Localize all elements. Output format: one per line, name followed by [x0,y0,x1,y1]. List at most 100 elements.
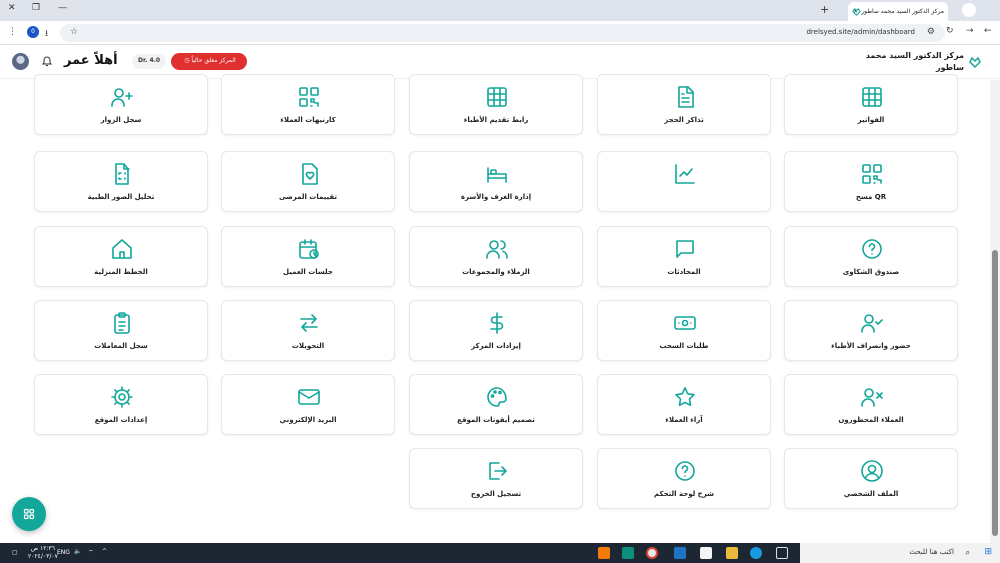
card-label: كارنيهات العملاء [280,116,336,124]
card-label: إيرادات المركز [471,342,521,350]
dashboard-card[interactable]: رابط تقديم الأطباء [409,74,583,135]
dashboard-card[interactable]: صندوق الشكاوى [784,226,958,287]
dashboard-card[interactable]: سجل الزوار [34,74,208,135]
edge-app-icon[interactable] [750,547,762,559]
message-icon [676,240,694,258]
dashboard-card[interactable]: إيرادات المركز [409,300,583,361]
card-label: تسجيل الخروج [470,490,522,498]
tray-chevron-icon[interactable]: ^ [102,548,107,555]
chart-line-icon [675,164,695,184]
card-label: البريد الإلكتروني [279,416,337,424]
dashboard-card[interactable]: مسح QR [784,151,958,212]
card-label: الفواتير [857,116,885,124]
heart-file-icon [302,163,318,185]
chrome-app-icon[interactable] [646,547,658,559]
grid-icon [23,508,35,520]
dashboard-card[interactable]: تحليل الصور الطبية [34,151,208,212]
dashboard-card[interactable]: التحويلات [221,300,395,361]
dashboard-card[interactable]: سجل المعاملات [34,300,208,361]
browser-tab[interactable]: × مركز الدكتور السيد محمد ساطور [848,2,948,21]
dashboard-card[interactable]: الزملاء والمجموعات [409,226,583,287]
home-icon [112,239,132,259]
minimize-window-icon[interactable]: — [58,3,67,13]
new-tab-icon[interactable]: + [820,3,829,16]
dashboard-card[interactable]: الخطط المنزلية [34,226,208,287]
status-badge[interactable]: ◷ المركز مغلق حالياً [171,53,247,70]
address-bar[interactable]: ☆ ⚙ drelsyed.site/admin/dashboard [60,24,945,42]
close-window-icon[interactable]: ✕ [8,3,16,13]
brand-title[interactable]: مركز الدكتور السيد محمد ساطور [844,50,964,74]
star-icon [675,387,695,407]
reload-icon[interactable]: ↻ [946,26,954,36]
help-circle-icon [862,239,882,259]
site-favicon [852,7,861,16]
cash-icon [674,316,696,330]
windows-start-icon[interactable]: ⊞ [984,547,992,557]
taskbar-search[interactable]: اكتب هنا للبحث ⌕ ⊞ [800,543,1000,563]
dashboard-card[interactable]: البريد الإلكتروني [221,374,395,435]
clock-time[interactable]: ١٢:٣٦ ص [28,545,58,553]
task-view-icon[interactable] [776,547,788,559]
extension-badge[interactable]: 0 [27,26,39,38]
store-app-icon[interactable] [700,547,712,559]
site-info-icon[interactable]: ⚙ [927,27,935,37]
dashboard-card[interactable]: إدارة الغرف والأسرة [409,151,583,212]
quick-actions-button[interactable] [12,497,46,531]
file-explorer-icon[interactable] [726,547,738,559]
dashboard-card[interactable]: العملاء المحظورون [784,374,958,435]
mail-app-icon[interactable] [674,547,686,559]
dashboard-card[interactable]: شرح لوحة التحكم [597,448,771,509]
users-icon [486,240,508,259]
back-icon[interactable]: ← [984,26,992,36]
brand-logo-icon[interactable] [968,55,982,69]
card-label: إدارة الغرف والأسرة [460,193,532,201]
avatar[interactable] [12,53,29,70]
scrollbar-thumb[interactable] [992,250,998,536]
language-indicator[interactable]: ENG [57,549,70,556]
dashboard-card[interactable]: الملف الشخصي [784,448,958,509]
app-icon[interactable] [622,547,634,559]
vlc-app-icon[interactable] [598,547,610,559]
dashboard-card[interactable]: تذاكر الحجز [597,74,771,135]
notification-icon[interactable]: ▢ [12,549,18,556]
download-icon[interactable]: ⭳ [45,26,48,42]
dashboard-card[interactable]: كارنيهات العملاء [221,74,395,135]
clock-date[interactable]: ٢٠٢٤/٠٣/٠٧ [28,553,58,561]
dashboard-card[interactable]: تسجيل الخروج [409,448,583,509]
volume-icon[interactable]: 🔈 [74,548,81,555]
url-text: drelsyed.site/admin/dashboard [806,28,915,36]
dashboard-card[interactable]: آراء العملاء [597,374,771,435]
forward-icon[interactable]: → [966,26,974,36]
bell-icon[interactable] [42,55,52,67]
dashboard-card[interactable] [597,151,771,212]
dashboard-card[interactable]: طلبات السحب [597,300,771,361]
dashboard-card[interactable]: المحادثات [597,226,771,287]
card-label: مسح QR [855,193,887,201]
dashboard-card[interactable]: تقييمات المرضى [221,151,395,212]
card-label: صندوق الشكاوى [842,268,900,276]
restore-window-icon[interactable]: ❐ [32,3,40,13]
user-x-icon [861,388,883,407]
transfer-icon [300,314,318,332]
ticket-icon [678,86,694,108]
card-label: المحادثات [667,268,701,276]
scan-file-icon [115,163,130,185]
user-circle-icon [861,460,883,482]
network-icon[interactable]: ⌔ [88,548,94,556]
card-label: سجل الزوار [100,116,142,124]
dashboard-card[interactable]: حضور وانصراف الأطباء [784,300,958,361]
table-icon [487,87,507,107]
browser-toolbar: ⋮ 0 ⭳ ☆ ⚙ drelsyed.site/admin/dashboard … [0,21,1000,45]
dashboard-card[interactable]: إعدادات الموقع [34,374,208,435]
dashboard-card[interactable]: جلسات العميل [221,226,395,287]
taskbar-search-placeholder: اكتب هنا للبحث [909,548,954,556]
dashboard-card[interactable]: الفواتير [784,74,958,135]
card-label: التحويلات [291,342,325,350]
clock-icon: ◷ [184,57,190,64]
menu-icon[interactable]: ⋮ [8,27,17,37]
dashboard-card[interactable]: تصميم أيقونات الموقع [409,374,583,435]
card-label: طلبات السحب [659,342,709,350]
search-icon: ⌕ [965,548,970,557]
bookmark-star-icon[interactable]: ☆ [70,27,78,37]
sidebar-toggle-icon[interactable] [962,3,976,17]
